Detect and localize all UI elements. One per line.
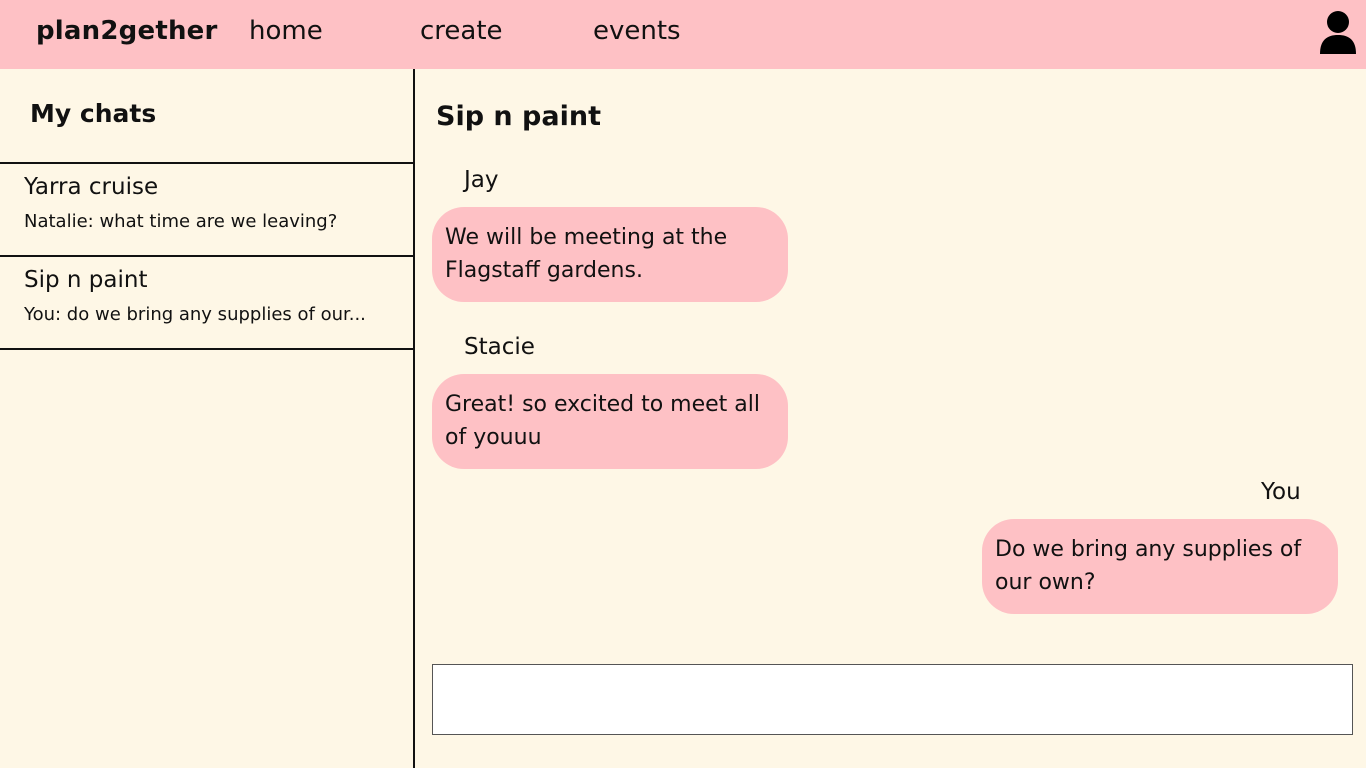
top-navigation-bar: plan2gether home create events xyxy=(0,0,1366,69)
message-sender: You xyxy=(1261,479,1301,505)
conversation-panel: Sip n paint Jay We will be meeting at th… xyxy=(415,69,1366,768)
chat-item-sip-n-paint[interactable]: Sip n paint You: do we bring any supplie… xyxy=(0,257,413,350)
chat-name: Sip n paint xyxy=(24,267,148,293)
chat-preview: You: do we bring any supplies of our... xyxy=(24,304,366,325)
chat-sidebar: My chats Yarra cruise Natalie: what time… xyxy=(0,69,415,768)
conversation-title: Sip n paint xyxy=(436,101,601,132)
chat-preview: Natalie: what time are we leaving? xyxy=(24,211,338,232)
nav-home[interactable]: home xyxy=(249,16,323,46)
message-bubble: Great! so excited to meet all of youuu xyxy=(432,374,788,469)
chat-list: Yarra cruise Natalie: what time are we l… xyxy=(0,162,413,350)
chat-item-yarra-cruise[interactable]: Yarra cruise Natalie: what time are we l… xyxy=(0,164,413,257)
brand-logo[interactable]: plan2gether xyxy=(36,16,218,46)
message-bubble: Do we bring any supplies of our own? xyxy=(982,519,1338,614)
user-icon[interactable] xyxy=(1318,10,1358,56)
message-sender: Jay xyxy=(464,167,499,193)
message-bubble: We will be meeting at the Flagstaff gard… xyxy=(432,207,788,302)
sidebar-title: My chats xyxy=(30,99,157,128)
chat-name: Yarra cruise xyxy=(24,174,159,200)
message-input[interactable] xyxy=(432,664,1353,735)
nav-create[interactable]: create xyxy=(420,16,503,46)
nav-events[interactable]: events xyxy=(593,16,681,46)
message-sender: Stacie xyxy=(464,334,535,360)
